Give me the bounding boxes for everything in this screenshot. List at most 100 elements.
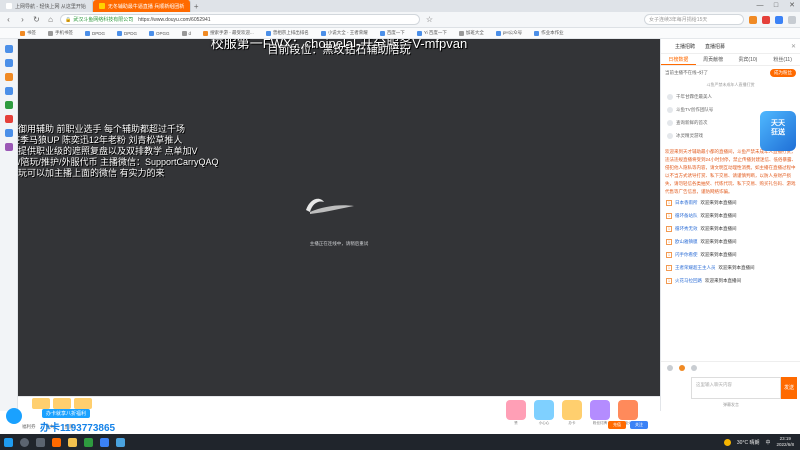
tab-live-recruit[interactable]: 直播招募	[705, 43, 725, 50]
tab-daily[interactable]: 日榜数据	[661, 54, 696, 65]
search-input[interactable]: 女子连续3年每月捐给15天	[644, 14, 744, 25]
avatar	[667, 132, 673, 139]
chat-row: 1 循环秀无效 欢迎来到本直播间	[666, 225, 737, 232]
close-button[interactable]: ✕	[784, 0, 800, 12]
back-icon[interactable]: ‹	[4, 15, 13, 24]
sidebar-star-icon[interactable]	[4, 45, 13, 53]
bookmark-item[interactable]: Yi 百度一下	[416, 30, 447, 36]
bookmark-item[interactable]: 作业本作业	[534, 30, 564, 36]
sidebar-app-icon[interactable]	[4, 143, 13, 151]
chat-row: 1 循环备站队 欢迎来到本直播间	[666, 212, 737, 219]
tab-bar: 上网导航 - 轻快上网 从这里开始 无冬辅助最牛逼直播 兵顺新组团新 + — □…	[0, 0, 800, 12]
bookmark-item[interactable]: 曾相宗上排出排名	[265, 30, 309, 36]
bookmark-item[interactable]: 百度一下	[379, 30, 405, 36]
ad-label: 办卡就享八折福利	[42, 409, 91, 418]
gift-label: 赞	[514, 421, 518, 425]
taskview-icon[interactable]	[32, 434, 48, 450]
tab-fans[interactable]: 粉丝(11)	[765, 54, 800, 65]
close-icon[interactable]: ✕	[791, 43, 796, 50]
bookmarks-bar: 书签 手机书签 DPDG DPDG OPGG d 搜索手游 - 最受欢迎... …	[0, 28, 800, 39]
bookmark-item[interactable]: 搜索手游 - 最受欢迎...	[203, 30, 254, 36]
gift-heart-icon[interactable]	[534, 400, 554, 420]
overlay-line: 想陪玩可以加主播上面的微信 有实力的来	[18, 168, 165, 178]
promo-banner[interactable]: 天天 狂送	[760, 111, 796, 151]
gift-rocket-icon[interactable]	[618, 400, 638, 420]
sidebar-history-icon[interactable]	[4, 73, 13, 81]
bookmark-item[interactable]: OPGG	[149, 30, 170, 36]
sidebar-app-icon[interactable]	[4, 115, 13, 123]
maximize-button[interactable]: □	[768, 0, 784, 12]
extension-icon[interactable]	[762, 15, 770, 24]
tab-weekly[interactable]: 周贡献榜	[696, 54, 731, 65]
bookmark-item[interactable]: DPDG	[117, 30, 137, 36]
start-icon[interactable]	[0, 434, 16, 450]
avatar	[667, 119, 673, 126]
video-player[interactable]: 校服第一FWX：choipelal-开分服务V-mfpvan 目前段位：黑玫钻石…	[18, 39, 660, 396]
url-input[interactable]: 🔒 武汉斗鱼网络科技有限公司 https://www.douyu.com/60529…	[60, 14, 420, 25]
browser-sidebar	[0, 39, 18, 411]
folder-app-icon[interactable]	[64, 434, 80, 450]
taskbar: 30°C 晴朗 中 23:19 2022/6/8	[0, 434, 800, 450]
follow-button[interactable]: 关注	[630, 421, 648, 429]
bookmark-item[interactable]: d	[181, 30, 191, 36]
charge-button[interactable]: 充值	[608, 421, 626, 429]
rank-row[interactable]: 千年甘霖佳最美人	[661, 90, 800, 103]
panel-footer: 弹幕发言	[723, 402, 739, 407]
browser-tab-stream[interactable]: 无冬辅助最牛逼直播 兵顺新组团新	[92, 0, 192, 12]
extension-icon[interactable]	[775, 15, 783, 24]
bookmark-item[interactable]: 手机书签	[48, 30, 73, 36]
gift-badge-icon[interactable]	[590, 400, 610, 420]
bookmark-item[interactable]: 加班大全	[458, 30, 484, 36]
right-panel: 主播招聘 直播招募 ✕ 日榜数据 周贡献榜 贵宾(10) 粉丝(11) 当前主播…	[660, 39, 800, 411]
new-tab-button[interactable]: +	[191, 2, 201, 11]
browser-tab-nav[interactable]: 上网导航 - 轻快上网 从这里开始	[0, 0, 93, 12]
settings-icon[interactable]	[691, 364, 697, 371]
fan-note: 当前主播不在线~好了 成为粉丝	[661, 66, 800, 80]
lock-icon: 🔒	[65, 17, 72, 23]
send-button[interactable]: 发送	[781, 377, 797, 399]
overlay-rank: 目前段位：黑玫钻石辅助陪玩	[267, 44, 411, 56]
refresh-icon[interactable]: ↻	[32, 15, 41, 24]
fan-badge-icon[interactable]	[679, 364, 685, 371]
home-icon[interactable]: ⌂	[46, 15, 55, 24]
gift-card-icon[interactable]	[562, 400, 582, 420]
extension-icon[interactable]	[749, 15, 757, 24]
sidebar-bookmark-icon[interactable]	[4, 59, 13, 67]
menu-icon[interactable]	[788, 15, 796, 24]
sidebar-app-icon[interactable]	[4, 101, 13, 109]
bookmark-item[interactable]: DPDG	[85, 30, 105, 36]
favicon-icon	[98, 3, 105, 9]
overlay-description: 只玩御用辅助 前职业选手 每个辅助都超过千场 S4赛季马狼UP 陈奕迅12年老粉…	[18, 124, 219, 179]
ad-badge[interactable]: 办卡就享八折福利 办卡1193773865	[2, 398, 122, 434]
gift-like-icon[interactable]	[506, 400, 526, 420]
sidebar-download-icon[interactable]	[4, 87, 13, 95]
app-icon[interactable]	[80, 434, 96, 450]
app-icon[interactable]	[112, 434, 128, 450]
sidebar-app-icon[interactable]	[4, 129, 13, 137]
system-tray: 30°C 晴朗 中 23:19 2022/6/8	[723, 436, 800, 448]
favicon-icon	[6, 3, 12, 9]
app-icon[interactable]	[96, 434, 112, 450]
chat-input[interactable]: 这里输入聊天内容	[691, 377, 781, 399]
bookmark-item[interactable]: 书签	[20, 30, 36, 36]
chat-row: 1 闪手你看使 欢迎来到本直播间	[666, 251, 737, 258]
tab-recruit[interactable]: 主播招聘	[675, 43, 695, 50]
overlay-line: S4赛季马狼UP 陈奕迅12年老粉 刘青松草推人	[18, 135, 183, 145]
star-icon[interactable]: ☆	[425, 15, 434, 24]
avatar	[667, 106, 673, 113]
bookmark-item[interactable]: 小说大全 - 王者荣耀	[320, 30, 368, 36]
clock[interactable]: 23:19 2022/6/8	[776, 436, 794, 448]
ime-indicator[interactable]: 中	[765, 439, 770, 446]
panel-top-tabs: 主播招聘 直播招募 ✕	[661, 39, 800, 54]
weather-text: 30°C 晴朗	[736, 439, 760, 446]
emoji-icon[interactable]	[667, 364, 673, 371]
browser-app-icon[interactable]	[48, 434, 64, 450]
search-icon[interactable]	[16, 434, 32, 450]
gift-label: 小心心	[538, 421, 550, 425]
bookmark-item[interactable]: pH公众号	[495, 30, 522, 36]
tab-vip[interactable]: 贵宾(10)	[731, 54, 766, 65]
minimize-button[interactable]: —	[752, 0, 768, 12]
clock-date: 2022/6/8	[776, 442, 794, 447]
become-fan-button[interactable]: 成为粉丝	[770, 69, 796, 77]
forward-icon[interactable]: ›	[18, 15, 27, 24]
